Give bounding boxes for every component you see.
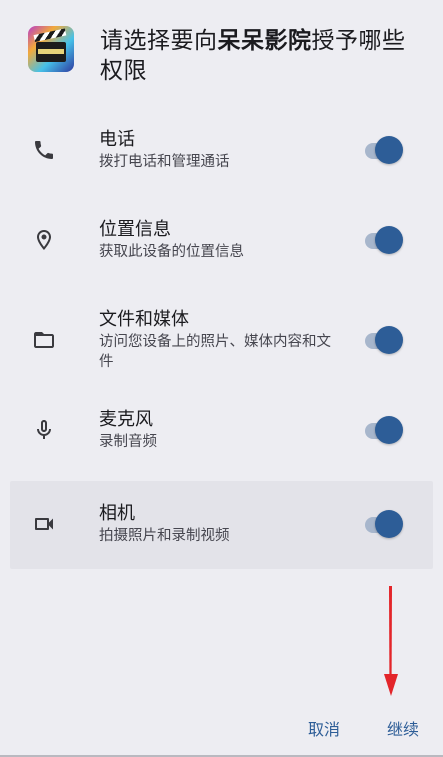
permission-text: 位置信息 获取此设备的位置信息 — [99, 218, 337, 262]
permission-title: 相机 — [99, 503, 135, 524]
permission-title: 麦克风 — [99, 409, 153, 430]
location-pin-icon — [30, 226, 58, 254]
microphone-permission-toggle[interactable] — [365, 416, 403, 446]
toggle-thumb — [375, 416, 403, 444]
permission-text: 相机 拍摄照片和录制视频 — [99, 502, 337, 546]
dialog-header: 请选择要向呆呆影院授予哪些权限 — [28, 26, 413, 86]
permission-text: 文件和媒体 访问您设备上的照片、媒体内容和文件 — [99, 308, 337, 372]
permission-item-camera[interactable]: 相机 拍摄照片和录制视频 — [10, 481, 433, 569]
clapperboard-app-icon — [28, 26, 74, 72]
continue-button[interactable]: 继续 — [387, 716, 419, 740]
microphone-icon — [30, 416, 58, 444]
folder-icon — [30, 326, 58, 354]
cancel-button[interactable]: 取消 — [308, 716, 340, 740]
permission-title: 电话 — [99, 129, 135, 150]
clapperboard-clapper — [33, 28, 67, 42]
toggle-thumb — [375, 326, 403, 354]
location-permission-toggle[interactable] — [365, 226, 403, 256]
permission-item-phone[interactable]: 电话 拨打电话和管理通话 — [10, 106, 433, 196]
red-arrow-annotation — [384, 586, 398, 696]
permission-subtitle: 录制音频 — [99, 434, 157, 450]
clapperboard-label — [38, 49, 64, 54]
permission-item-files-media[interactable]: 文件和媒体 访问您设备上的照片、媒体内容和文件 — [10, 286, 433, 396]
permission-subtitle: 拨打电话和管理通话 — [99, 154, 230, 170]
video-camera-icon — [30, 510, 58, 538]
permission-text: 麦克风 录制音频 — [99, 408, 337, 452]
permission-list: 电话 拨打电话和管理通话 位置信息 获取此设备的位置信息 文件和媒体 访问您设备… — [10, 106, 433, 569]
permission-item-microphone[interactable]: 麦克风 录制音频 — [10, 396, 433, 481]
permission-subtitle: 拍摄照片和录制视频 — [99, 528, 230, 544]
title-prefix: 请选择要向 — [100, 28, 218, 54]
toggle-thumb — [375, 136, 403, 164]
camera-permission-toggle[interactable] — [365, 510, 403, 540]
permission-title: 文件和媒体 — [99, 309, 189, 330]
permission-item-location[interactable]: 位置信息 获取此设备的位置信息 — [10, 196, 433, 286]
phone-permission-toggle[interactable] — [365, 136, 403, 166]
app-name: 呆呆影院 — [217, 28, 312, 54]
toggle-thumb — [375, 226, 403, 254]
dialog-title: 请选择要向呆呆影院授予哪些权限 — [100, 26, 413, 86]
permission-subtitle: 访问您设备上的照片、媒体内容和文件 — [99, 334, 331, 370]
permission-text: 电话 拨打电话和管理通话 — [99, 128, 337, 172]
toggle-thumb — [375, 510, 403, 538]
permission-subtitle: 获取此设备的位置信息 — [99, 244, 244, 260]
files-media-permission-toggle[interactable] — [365, 326, 403, 356]
phone-icon — [30, 136, 58, 164]
permission-title: 位置信息 — [99, 219, 171, 240]
